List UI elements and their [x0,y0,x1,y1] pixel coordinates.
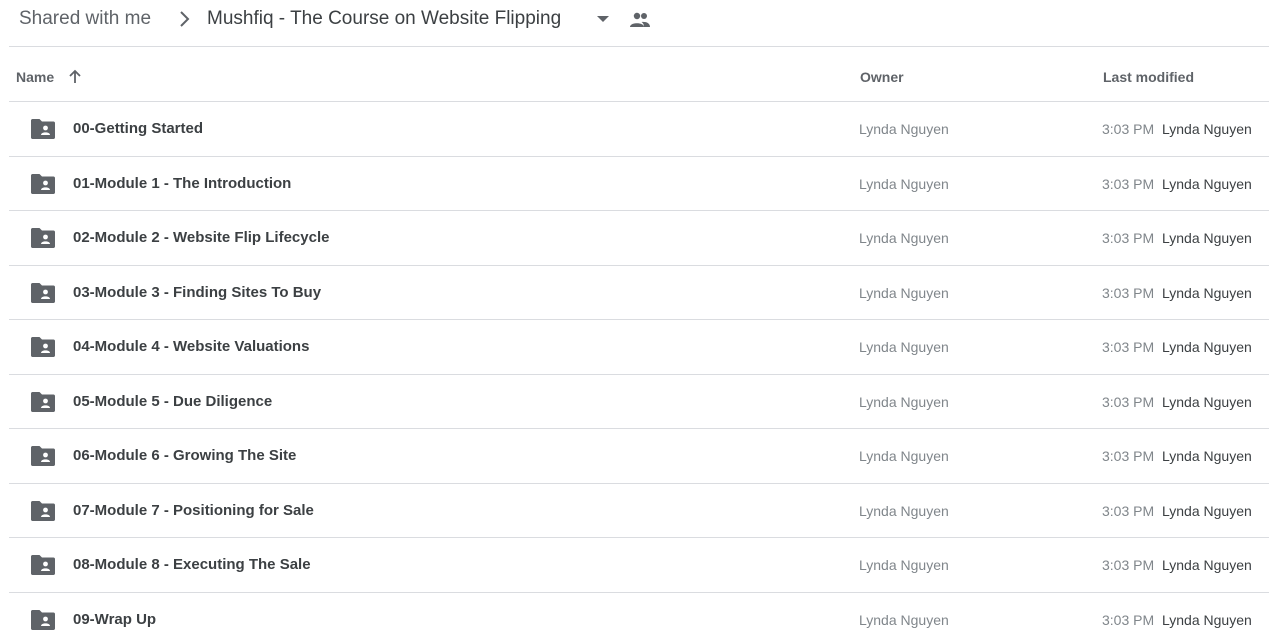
file-modified-by: Lynda Nguyen [1162,284,1252,301]
file-owner: Lynda Nguyen [859,284,949,301]
shared-folder-icon [31,391,55,412]
file-owner: Lynda Nguyen [859,502,949,519]
file-row[interactable]: 01-Module 1 - The Introduction Lynda Ngu… [9,157,1269,211]
file-row[interactable]: 06-Module 6 - Growing The Site Lynda Ngu… [9,429,1269,484]
sort-ascending-arrow-icon[interactable] [67,69,83,85]
file-name: 04-Module 4 - Website Valuations [73,338,310,355]
file-name: 06-Module 6 - Growing The Site [73,447,297,464]
dropdown-arrow-icon[interactable] [596,14,610,24]
file-owner: Lynda Nguyen [859,175,949,192]
file-row[interactable]: 04-Module 4 - Website Valuations Lynda N… [9,320,1269,375]
shared-folder-icon [31,228,55,248]
file-modified-by: Lynda Nguyen [1162,393,1252,410]
file-name: 05-Module 5 - Due Diligence [73,392,273,410]
file-owner: Lynda Nguyen [859,611,949,628]
shared-folder-icon [31,500,55,521]
file-owner: Lynda Nguyen [859,448,949,464]
file-name: 07-Module 7 - Positioning for Sale [73,501,314,519]
file-name: 01-Module 1 - The Introduction [73,174,292,192]
file-owner: Lynda Nguyen [859,393,949,410]
file-name: 08-Module 8 - Executing The Sale [73,556,311,573]
drive-file-browser: Shared with me Mushfiq - The Course on W… [0,0,1269,644]
shared-folder-icon [31,282,55,303]
file-modified-by: Lynda Nguyen [1162,502,1252,519]
breadcrumb-shared-with-me[interactable]: Shared with me [19,7,151,31]
shared-folder-icon [31,555,55,575]
file-owner: Lynda Nguyen [859,557,949,573]
shared-people-icon[interactable] [629,11,651,29]
file-modified-by: Lynda Nguyen [1162,175,1252,192]
breadcrumb: Shared with me Mushfiq - The Course on W… [0,0,1269,42]
file-owner: Lynda Nguyen [859,230,949,246]
column-header-name[interactable]: Name [16,69,54,85]
file-owner: Lynda Nguyen [859,339,949,355]
shared-folder-icon [31,173,55,194]
file-modified-time: 3:03 PM [1102,448,1155,464]
shared-folder-icon [31,609,55,630]
file-modified-time: 3:03 PM [1102,175,1155,192]
file-modified-by: Lynda Nguyen [1162,339,1252,355]
shared-folder-icon [31,119,55,139]
column-header-last-modified[interactable]: Last modified [1103,69,1194,85]
file-row[interactable]: 03-Module 3 - Finding Sites To Buy Lynda… [9,266,1269,320]
file-modified-time: 3:03 PM [1102,121,1155,137]
file-modified-by: Lynda Nguyen [1162,121,1252,137]
file-name: 02-Module 2 - Website Flip Lifecycle [73,229,330,246]
file-modified-time: 3:03 PM [1102,611,1155,628]
file-modified-by: Lynda Nguyen [1162,448,1252,464]
file-modified-by: Lynda Nguyen [1162,230,1252,246]
file-modified-by: Lynda Nguyen [1162,611,1252,628]
breadcrumb-current-folder[interactable]: Mushfiq - The Course on Website Flipping [207,7,561,31]
file-name: 09-Wrap Up [73,610,157,628]
file-modified-time: 3:03 PM [1102,230,1155,246]
file-owner: Lynda Nguyen [859,121,949,137]
column-header-row: Name Owner Last modified [9,47,1269,102]
shared-folder-icon [31,446,55,466]
shared-folder-icon [31,337,55,357]
file-row[interactable]: 07-Module 7 - Positioning for Sale Lynda… [9,484,1269,538]
file-modified-time: 3:03 PM [1102,339,1155,355]
file-row[interactable]: 05-Module 5 - Due Diligence Lynda Nguyen… [9,375,1269,429]
file-modified-time: 3:03 PM [1102,502,1155,519]
file-row[interactable]: 08-Module 8 - Executing The Sale Lynda N… [9,538,1269,593]
file-modified-time: 3:03 PM [1102,393,1155,410]
file-list: 00-Getting Started Lynda Nguyen 3:03 PM … [9,102,1269,644]
file-row[interactable]: 00-Getting Started Lynda Nguyen 3:03 PM … [9,102,1269,157]
chevron-right-icon [180,11,190,27]
file-name: 03-Module 3 - Finding Sites To Buy [73,283,322,301]
file-row[interactable]: 09-Wrap Up Lynda Nguyen 3:03 PM Lynda Ng… [9,593,1269,644]
file-row[interactable]: 02-Module 2 - Website Flip Lifecycle Lyn… [9,211,1269,266]
column-header-owner[interactable]: Owner [860,69,904,85]
file-modified-time: 3:03 PM [1102,557,1155,573]
file-name: 00-Getting Started [73,120,204,137]
file-modified-by: Lynda Nguyen [1162,557,1252,573]
file-modified-time: 3:03 PM [1102,284,1155,301]
